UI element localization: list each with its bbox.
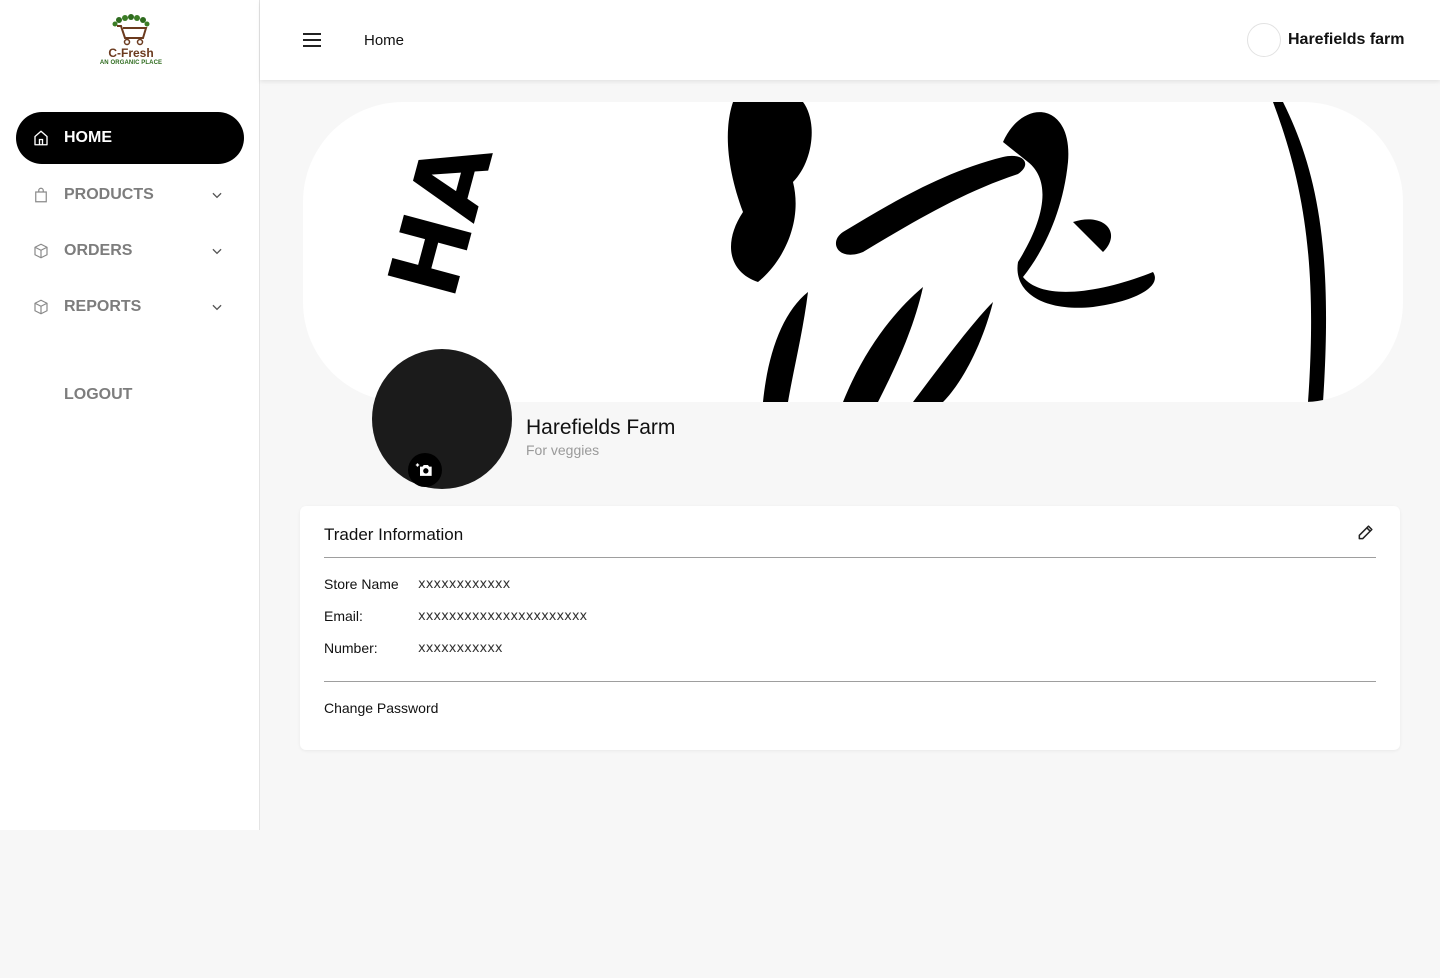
store-title: Harefields Farm bbox=[526, 416, 676, 439]
change-password-link[interactable]: Change Password bbox=[324, 700, 438, 716]
shopping-bag-icon bbox=[35, 187, 47, 203]
sidebar-item-orders[interactable]: ORDERS bbox=[16, 225, 244, 277]
sidebar-item-label: REPORTS bbox=[64, 298, 142, 315]
user-name[interactable]: Harefields farm bbox=[1288, 31, 1405, 49]
brand-tagline: AN ORGANIC PLACE bbox=[99, 60, 163, 66]
sidebar-item-reports[interactable]: REPORTS bbox=[16, 281, 244, 333]
sidebar-item-logout[interactable]: LOGOUT bbox=[16, 369, 244, 421]
number-value: xxxxxxxxxxx bbox=[418, 641, 503, 656]
top-bar: Home Harefields farm bbox=[260, 0, 1440, 80]
avatar[interactable] bbox=[1247, 23, 1281, 57]
chevron-down-icon bbox=[212, 192, 222, 199]
add-camera-icon bbox=[415, 463, 432, 476]
store-name-value: xxxxxxxxxxxx bbox=[418, 577, 511, 592]
brand-name: C-Fresh bbox=[108, 46, 154, 60]
profile-photo bbox=[372, 349, 512, 489]
email-value: xxxxxxxxxxxxxxxxxxxxxx bbox=[418, 609, 588, 624]
box-icon bbox=[34, 243, 48, 259]
sidebar-item-label: PRODUCTS bbox=[64, 186, 154, 203]
store-name-label: Store Name bbox=[324, 576, 399, 592]
number-label: Number: bbox=[324, 640, 378, 656]
breadcrumb[interactable]: Home bbox=[364, 32, 404, 49]
box-icon bbox=[34, 299, 48, 315]
brand-logo[interactable]: C-Fresh AN ORGANIC PLACE bbox=[96, 14, 166, 72]
email-label: Email: bbox=[324, 608, 363, 624]
sidebar-item-products[interactable]: PRODUCTS bbox=[16, 169, 244, 221]
sidebar: C-Fresh AN ORGANIC PLACE HOME PRODUCTS O… bbox=[0, 0, 260, 830]
chevron-down-icon bbox=[212, 248, 222, 255]
chevron-down-icon bbox=[212, 304, 222, 311]
banner-logo-text: HA bbox=[367, 130, 515, 308]
divider bbox=[324, 557, 1376, 558]
store-subtitle: For veggies bbox=[526, 442, 600, 458]
trader-info-card: Trader Information Store Name xxxxxxxxxx… bbox=[300, 506, 1400, 750]
edit-pencil-icon[interactable] bbox=[1356, 522, 1376, 542]
home-icon bbox=[34, 130, 48, 146]
divider bbox=[324, 681, 1376, 682]
hamburger-menu-icon[interactable] bbox=[300, 28, 324, 52]
card-title: Trader Information bbox=[324, 525, 464, 544]
sidebar-item-home[interactable]: HOME bbox=[16, 112, 244, 164]
sidebar-item-label: ORDERS bbox=[64, 242, 133, 259]
cart-leaf-icon bbox=[112, 14, 150, 46]
sidebar-item-label: HOME bbox=[64, 129, 112, 146]
sidebar-item-label: LOGOUT bbox=[64, 386, 133, 403]
change-photo-button[interactable] bbox=[408, 453, 442, 487]
